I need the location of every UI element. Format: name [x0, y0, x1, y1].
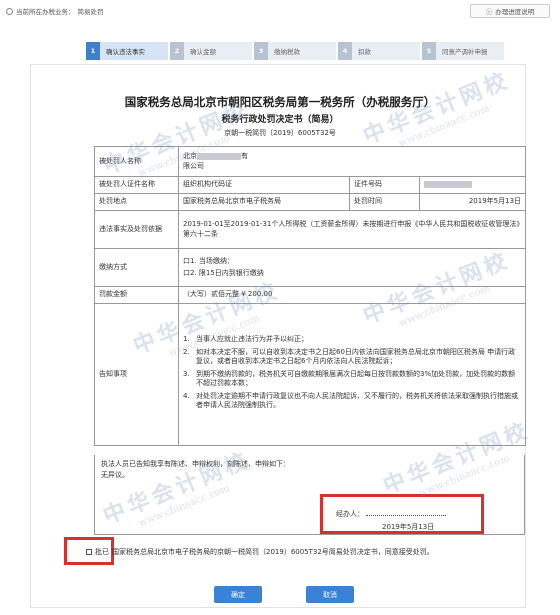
- signature-line[interactable]: [366, 515, 446, 516]
- acceptance-text: 国家税务总局北京市电子税务局的京朝一税简罚（2019）6005T32号简易处罚决…: [112, 548, 434, 556]
- id-type-label: 被处罚人证件名称: [94, 176, 179, 194]
- confirm-button[interactable]: 确定: [214, 586, 262, 603]
- notice-item: 2. 如对本决定不服，可以自收到本决定书之日起60日内依法向国家税务总局北京市朝阳…: [183, 348, 521, 367]
- location-label: 处罚地点: [94, 193, 179, 211]
- step-number: 5: [422, 42, 436, 60]
- notice-number: 1.: [183, 335, 190, 344]
- notice-text: 当事人应就止违法行为并予以纠正；: [196, 335, 308, 344]
- step-3: 3 缴纳税款: [254, 42, 336, 60]
- table-row: 违法事实及处罚依据 2019-01-01至2019-01-31个人所得税（工资薪…: [94, 210, 527, 249]
- location-value: 国家税务总局北京市电子税务局: [178, 193, 350, 211]
- notice-item: 4. 对处罚决定逾期不申请行政复议也不向人民法院起诉、又不履行的，税务机关将依法采…: [183, 392, 521, 411]
- breadcrumb-current[interactable]: 简易处罚: [78, 6, 104, 16]
- id-number-value: [418, 176, 527, 194]
- notice-number: 3.: [183, 369, 190, 378]
- payment-option-label: 口2. 限15日内到银行缴纳: [183, 268, 264, 277]
- document-number: 京朝一税简罚〔2019〕6005T32号: [224, 129, 336, 137]
- acceptance-checkbox[interactable]: [86, 549, 92, 555]
- payment-option-onsite[interactable]: 口1. 当场缴纳：: [183, 257, 521, 266]
- help-button[interactable]: ⓘ 办理进度说明: [470, 4, 550, 18]
- facts-value: 2019-01-01至2019-01-31个人所得税（工资薪金所得）未按期进行申…: [177, 210, 527, 249]
- notice-text: 到期不缴纳罚款的，税务机关可自缴款期限届满次日起每日按罚款数额的3%加处罚款，加…: [196, 369, 516, 388]
- penalty-table: 被处罚人名称 北京 有 限公司 被处罚人证件名称 组织机构代码证 证件号码 处罚地…: [94, 146, 527, 446]
- acceptance-label: 批已: [95, 548, 109, 556]
- table-row: 缴纳方式 口1. 当场缴纳： 口2. 限15日内到银行缴纳: [94, 248, 527, 287]
- document-title: 国家税务总局北京市朝阳区税务局第一税务所（办税服务厅）: [124, 95, 436, 109]
- notice-text: 如对本决定不服，可以自收到本决定书之日起60日内依法向国家税务总局北京市朝阳区税…: [196, 347, 516, 366]
- table-row: 告知事项 1. 当事人应就止违法行为并予以纠正； 2. 如对本决定不服，可以自收到本…: [94, 303, 527, 446]
- payment-option-bank[interactable]: 口2. 限15日内到银行缴纳: [183, 269, 521, 278]
- table-row: 处罚地点 国家税务总局北京市电子税务局 处罚时间 2019年5月13日: [94, 193, 527, 211]
- time-value: 2019年5月13日: [418, 193, 527, 211]
- fine-value: （大写）贰佰元整 ¥ 200.00: [177, 286, 527, 304]
- id-type-value: 组织机构代码证: [178, 176, 350, 194]
- step-progress: 1 确认违法事实 2 确认金额 3 缴纳税款 4 扣款 5 同意产调补申报: [86, 42, 504, 60]
- location-icon: [6, 7, 13, 15]
- step-label: 扣款: [358, 48, 371, 56]
- notice-number: 4.: [183, 391, 190, 400]
- signer-label: 经办人：: [336, 510, 364, 518]
- statement-line: 执法人员已告知我享有陈述、申辩权利，刻陈述、申辩如下：: [101, 460, 290, 468]
- notice-number: 2.: [183, 347, 190, 356]
- payment-label: 缴纳方式: [94, 248, 179, 287]
- cancel-button[interactable]: 取消: [306, 586, 354, 603]
- sign-date: 2019年5月13日: [382, 523, 435, 531]
- statement-reply: 无异议。: [101, 470, 129, 479]
- breadcrumb: 当前所在办税业务： 简易处罚: [6, 6, 104, 16]
- step-1: 1 确认违法事实: [86, 42, 168, 60]
- step-4: 4 扣款: [338, 42, 420, 60]
- party-name-suffix: 有: [241, 152, 248, 161]
- step-label: 确认金额: [190, 48, 216, 56]
- table-row: 罚款金额 （大写）贰佰元整 ¥ 200.00: [94, 286, 527, 304]
- step-number: 2: [170, 42, 184, 60]
- step-number: 4: [338, 42, 352, 60]
- time-label: 处罚时间: [349, 193, 420, 211]
- help-label: 办理进度说明: [495, 8, 535, 16]
- payment-options: 口1. 当场缴纳： 口2. 限15日内到银行缴纳: [177, 248, 527, 287]
- table-row: 被处罚人名称 北京 有 限公司: [94, 146, 527, 177]
- redacted-mask: [197, 152, 241, 160]
- breadcrumb-prefix: 当前所在办税业务：: [16, 8, 75, 16]
- notice-item: 1. 当事人应就止违法行为并予以纠正；: [183, 335, 521, 344]
- facts-label: 违法事实及处罚依据: [94, 210, 179, 249]
- step-label: 同意产调补申报: [442, 48, 488, 56]
- party-name-line2: 限公司: [183, 161, 204, 170]
- step-5: 5 同意产调补申报: [422, 42, 504, 60]
- party-name-prefix: 北京: [183, 152, 197, 161]
- fine-label: 罚款金额: [94, 286, 179, 304]
- id-number-label: 证件号码: [349, 176, 420, 194]
- step-label: 缴纳税款: [274, 48, 300, 56]
- document-subtitle: 税务行政处罚决定书（简易）: [221, 115, 339, 125]
- party-name-value: 北京 有 限公司: [177, 146, 527, 177]
- top-bar: 当前所在办税业务： 简易处罚 ⓘ 办理进度说明: [0, 0, 560, 22]
- notice-list: 1. 当事人应就止违法行为并予以纠正； 2. 如对本决定不服，可以自收到本决定书之日…: [177, 303, 527, 446]
- party-name-label: 被处罚人名称: [94, 146, 179, 177]
- step-number: 3: [254, 42, 268, 60]
- notice-label: 告知事项: [94, 303, 179, 446]
- help-icon: ⓘ: [485, 8, 493, 16]
- payment-option-label: 口1. 当场缴纳：: [183, 257, 234, 266]
- table-row: 被处罚人证件名称 组织机构代码证 证件号码: [94, 176, 527, 194]
- notice-item: 3. 到期不缴纳罚款的，税务机关可自缴款期限届满次日起每日按罚款数额的3%加处罚款…: [183, 370, 521, 389]
- step-number: 1: [86, 42, 100, 60]
- step-label: 确认违法事实: [106, 48, 145, 56]
- redacted-mask: [424, 180, 472, 188]
- acceptance-line: 批已 国家税务总局北京市电子税务局的京朝一税简罚（2019）6005T32号简易…: [86, 547, 434, 557]
- signer-field: 经办人：: [336, 509, 446, 519]
- notice-text: 对处罚决定逾期不申请行政复议也不向人民法院起诉、又不履行的，税务机关将依法采取强…: [196, 391, 518, 410]
- step-2: 2 确认金额: [170, 42, 252, 60]
